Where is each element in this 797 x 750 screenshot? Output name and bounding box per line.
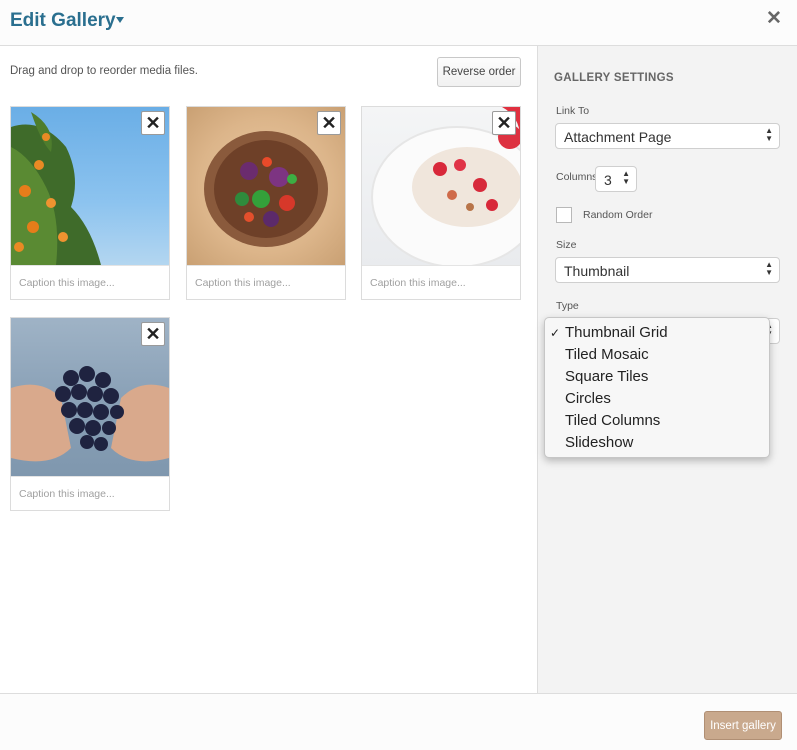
modal-header: Edit Gallery ✕	[0, 0, 797, 46]
columns-value: 3	[604, 172, 612, 188]
remove-image-icon[interactable]: ✕	[141, 322, 165, 346]
close-icon[interactable]: ✕	[766, 9, 782, 29]
dropdown-option-square-tiles[interactable]: Square Tiles	[545, 366, 769, 388]
dropdown-option-tiled-columns[interactable]: Tiled Columns	[545, 410, 769, 432]
settings-title: GALLERY SETTINGS	[554, 72, 674, 84]
type-dropdown-menu[interactable]: ✓ Thumbnail Grid Tiled Mosaic Square Til…	[544, 317, 770, 458]
select-arrows-icon: ▲▼	[622, 169, 630, 186]
modal-footer: Insert gallery	[0, 693, 797, 750]
size-value: Thumbnail	[564, 263, 630, 279]
size-select[interactable]: Thumbnail ▲ ▼	[555, 257, 780, 283]
link-to-label: Link To	[556, 105, 590, 117]
gallery-tile[interactable]: ✕ Caption this image...	[361, 106, 521, 300]
dropdown-option-tiled-mosaic[interactable]: Tiled Mosaic	[545, 344, 769, 366]
gallery-main: Drag and drop to reorder media files. Re…	[0, 46, 537, 693]
remove-image-icon[interactable]: ✕	[492, 111, 516, 135]
caption-input[interactable]: Caption this image...	[362, 265, 520, 299]
dropdown-option-slideshow[interactable]: Slideshow	[545, 432, 769, 454]
columns-label: Columns	[556, 171, 598, 183]
caption-input[interactable]: Caption this image...	[11, 265, 169, 299]
link-to-value: Attachment Page	[564, 129, 672, 145]
select-arrows-icon: ▲▼	[765, 126, 773, 143]
caption-input[interactable]: Caption this image...	[11, 476, 169, 510]
remove-image-icon[interactable]: ✕	[317, 111, 341, 135]
gallery-tile[interactable]: ✕ Caption this image...	[186, 106, 346, 300]
link-to-select[interactable]: Attachment Page ▲ ▼	[555, 123, 780, 149]
gallery-tile[interactable]: ✕ Caption this image...	[10, 106, 170, 300]
instructions-text: Drag and drop to reorder media files.	[10, 65, 198, 77]
dropdown-option-circles[interactable]: Circles	[545, 388, 769, 410]
remove-image-icon[interactable]: ✕	[141, 111, 165, 135]
select-arrows-icon: ▲▼	[765, 260, 773, 277]
modal-title[interactable]: Edit Gallery	[10, 10, 116, 32]
random-order-label[interactable]: Random Order	[583, 209, 652, 221]
gallery-tile[interactable]: ✕ Caption this image...	[10, 317, 170, 511]
caption-input[interactable]: Caption this image...	[187, 265, 345, 299]
checkmark-icon: ✓	[550, 326, 561, 340]
caret-down-icon[interactable]	[116, 17, 124, 23]
insert-gallery-button[interactable]: Insert gallery	[704, 711, 782, 740]
random-order-checkbox[interactable]	[556, 207, 572, 223]
dropdown-option-thumbnail-grid[interactable]: ✓ Thumbnail Grid	[545, 322, 769, 344]
columns-select[interactable]: 3 ▲ ▼	[595, 166, 637, 192]
type-label: Type	[556, 300, 579, 312]
reverse-order-button[interactable]: Reverse order	[437, 57, 521, 87]
size-label: Size	[556, 239, 577, 251]
